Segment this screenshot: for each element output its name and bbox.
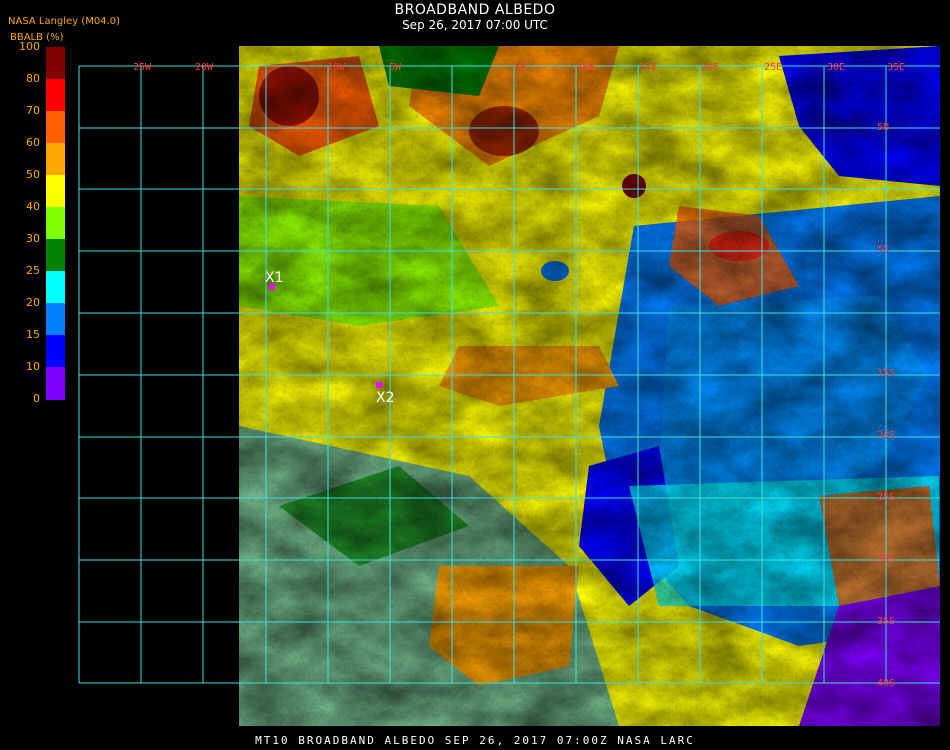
albedo-field: 10W 5W 5E 10E 15E 20E 25E 30E 35E 5N 5S 15S 20S 25S 30… xyxy=(239,46,940,726)
lon-label: 10E xyxy=(577,62,595,73)
legend-tick-label: 20 xyxy=(26,296,40,309)
legend-tick-label: 100 xyxy=(19,40,40,53)
lon-label: 5W xyxy=(389,62,402,73)
lon-label: 20W xyxy=(195,62,214,73)
legend-tick-label: 40 xyxy=(26,200,40,213)
legend-swatch xyxy=(46,271,65,304)
legend-tick-label: 10 xyxy=(26,360,40,373)
legend-tick-label: 50 xyxy=(26,168,40,181)
lon-label: 20E xyxy=(701,62,719,73)
legend-swatch xyxy=(46,175,65,208)
footer-caption: MT10 BROADBAND ALBEDO SEP 26, 2017 07:00… xyxy=(255,734,695,747)
lon-label: 25W xyxy=(133,62,152,73)
legend-swatch xyxy=(46,47,65,80)
lat-label: 25S xyxy=(877,492,895,503)
lon-label: 35E xyxy=(887,62,905,73)
legend-swatch xyxy=(46,79,65,112)
brand-label: NASA Langley (M04.0) xyxy=(8,16,120,27)
legend-tick-label: 60 xyxy=(26,136,40,149)
legend-swatch xyxy=(46,239,65,272)
albedo-map: 10W 5W 5E 10E 15E 20E 25E 30E 35E 5N 5S 15S 20S 25S 30… xyxy=(239,46,940,726)
lon-label: 25E xyxy=(764,62,782,73)
lon-label: 10W xyxy=(327,62,346,73)
lat-label: 5S xyxy=(877,244,889,255)
legend-tick-label: 30 xyxy=(26,232,40,245)
legend-swatch xyxy=(46,143,65,176)
legend-swatch xyxy=(46,303,65,336)
page-subtitle: Sep 26, 2017 07:00 UTC xyxy=(402,18,548,32)
legend-tick-label: 15 xyxy=(26,328,40,341)
lon-label: 5E xyxy=(514,62,526,73)
lon-label: 15E xyxy=(639,62,657,73)
marker-label-x2: X2 xyxy=(376,390,395,406)
legend-tick-label: 0 xyxy=(33,392,40,405)
lat-label: 40S xyxy=(877,678,895,689)
legend-swatch xyxy=(46,367,65,400)
legend-tick-label: 70 xyxy=(26,104,40,117)
color-legend xyxy=(46,47,65,400)
lat-label: 15S xyxy=(877,368,895,379)
page-title: BROADBAND ALBEDO xyxy=(394,2,556,18)
legend-tick-label: 80 xyxy=(26,72,40,85)
lat-label: 30S xyxy=(877,554,895,565)
legend-swatch xyxy=(46,207,65,240)
marker-label-x1: X1 xyxy=(265,270,284,286)
legend-swatch xyxy=(46,335,65,368)
lat-label: 20S xyxy=(877,430,895,441)
legend-tick-label: 25 xyxy=(26,264,40,277)
legend-swatch xyxy=(46,111,65,144)
lat-label: 5N xyxy=(877,122,889,133)
lon-label: 30E xyxy=(827,62,845,73)
lat-label: 35S xyxy=(877,616,895,627)
